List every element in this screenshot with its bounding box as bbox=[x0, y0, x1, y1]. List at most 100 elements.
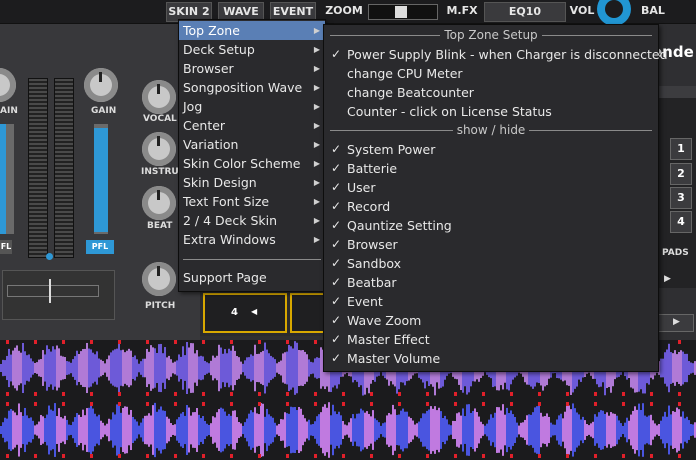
waveform-bar bbox=[640, 410, 642, 450]
zoom-slider-handle[interactable] bbox=[395, 6, 407, 18]
waveform-bar bbox=[110, 352, 112, 384]
waveform-bar bbox=[218, 409, 220, 451]
submenu-item-qauntize-setting[interactable]: ✓ Qauntize Setting bbox=[324, 216, 658, 235]
pitch-knob[interactable] bbox=[142, 262, 176, 296]
beat-marker bbox=[398, 402, 401, 406]
submenu-item-master-volume[interactable]: ✓ Master Volume bbox=[324, 349, 658, 368]
waveform-bar bbox=[688, 420, 690, 440]
waveform-bar bbox=[202, 416, 204, 444]
beat-marker bbox=[510, 392, 513, 396]
waveform-bar bbox=[496, 407, 498, 453]
waveform-bar bbox=[516, 422, 518, 438]
submenu-item-counter-click-on-license-status[interactable]: Counter - click on License Status bbox=[324, 102, 658, 121]
beat-marker bbox=[62, 454, 65, 458]
beat-marker bbox=[202, 402, 205, 406]
waveform-bar bbox=[622, 425, 624, 435]
submenu-item-record[interactable]: ✓ Record bbox=[324, 197, 658, 216]
submenu-item-master-effect[interactable]: ✓ Master Effect bbox=[324, 330, 658, 349]
waveform-bar bbox=[508, 413, 510, 447]
waveform-bar bbox=[426, 410, 428, 450]
waveform-bar bbox=[686, 416, 688, 444]
waveform-bar bbox=[374, 418, 376, 442]
menu-item-extra-windows[interactable]: Extra Windows ▶ bbox=[179, 230, 325, 249]
beat-marker bbox=[342, 402, 345, 406]
submenu-item-beatbar[interactable]: ✓ Beatbar bbox=[324, 273, 658, 292]
submenu-item-change-cpu-meter[interactable]: change CPU Meter bbox=[324, 64, 658, 83]
gain-knob-left[interactable] bbox=[0, 68, 16, 102]
waveform-deck-2[interactable] bbox=[0, 402, 696, 458]
waveform-bar bbox=[326, 407, 328, 453]
menu-item-deck-setup[interactable]: Deck Setup ▶ bbox=[179, 40, 325, 59]
menu-item-text-font-size[interactable]: Text Font Size ▶ bbox=[179, 192, 325, 211]
beat-marker bbox=[202, 392, 205, 396]
waveform-bar bbox=[108, 355, 110, 381]
waveform-bar bbox=[242, 363, 244, 373]
instru-knob[interactable] bbox=[142, 132, 176, 166]
submenu-item-user[interactable]: ✓ User bbox=[324, 178, 658, 197]
hotcue-button-3[interactable]: 3 bbox=[670, 187, 692, 209]
waveform-bar bbox=[616, 415, 618, 445]
top-zone-submenu: Top Zone Setup ✓ Power Supply Blink - when… bbox=[323, 24, 668, 372]
waveform-bar bbox=[206, 423, 208, 437]
waveform-bar bbox=[176, 419, 178, 441]
submenu-item-system-power[interactable]: ✓ System Power bbox=[324, 140, 658, 159]
waveform-bar bbox=[160, 406, 162, 454]
crossfader-handle[interactable] bbox=[49, 279, 51, 303]
menu-item-center[interactable]: Center ▶ bbox=[179, 116, 325, 135]
pfl-button-left[interactable]: FL bbox=[0, 240, 12, 254]
waveform-bar bbox=[498, 407, 500, 453]
waveform-bar bbox=[150, 415, 152, 445]
waveform-bar bbox=[270, 355, 272, 381]
beat-marker bbox=[174, 402, 177, 406]
loop-size-button[interactable]: 4 ◀ bbox=[203, 293, 287, 333]
menu-item-skin-color-scheme[interactable]: Skin Color Scheme ▶ bbox=[179, 154, 325, 173]
submenu-item-power-supply-blink-when-charger-is-disconnected[interactable]: ✓ Power Supply Blink - when Charger is di… bbox=[324, 45, 668, 64]
vocal-knob[interactable] bbox=[142, 80, 176, 114]
waveform-bar bbox=[362, 410, 364, 450]
waveform-bar bbox=[574, 408, 576, 452]
mfx-button[interactable]: M.FX bbox=[442, 2, 482, 22]
waveform-bar bbox=[240, 423, 242, 437]
beat-knob[interactable] bbox=[142, 186, 176, 220]
waveform-bar bbox=[598, 412, 600, 448]
pads-arrow-icon[interactable]: ▶ bbox=[664, 274, 671, 284]
menu-item-variation[interactable]: Variation ▶ bbox=[179, 135, 325, 154]
menu-item-support-page[interactable]: Support Page bbox=[179, 268, 325, 287]
gain-knob-right[interactable] bbox=[84, 68, 118, 102]
hotcue-button-2[interactable]: 2 bbox=[670, 163, 692, 185]
waveform-bar bbox=[200, 355, 202, 381]
hotcue-button-4[interactable]: 4 bbox=[670, 211, 692, 233]
volume-knob[interactable] bbox=[597, 0, 631, 26]
menu-item-songposition-wave[interactable]: Songposition Wave ▶ bbox=[179, 78, 325, 97]
waveform-bar bbox=[128, 414, 130, 446]
menu-item-top-zone[interactable]: Top Zone ▶ bbox=[179, 21, 325, 40]
menu-item-2-4-deck-skin[interactable]: 2 / 4 Deck Skin ▶ bbox=[179, 211, 325, 230]
pfl-button-right[interactable]: PFL bbox=[86, 240, 114, 254]
submenu-item-change-beatcounter[interactable]: change Beatcounter bbox=[324, 83, 658, 102]
waveform-bar bbox=[458, 412, 460, 448]
submenu-item-event[interactable]: ✓ Event bbox=[324, 292, 658, 311]
submenu-item-batterie[interactable]: ✓ Batterie bbox=[324, 159, 658, 178]
hotcue-button-1[interactable]: 1 bbox=[670, 138, 692, 160]
waveform-bar bbox=[302, 350, 304, 386]
eq10-button[interactable]: EQ10 bbox=[484, 2, 566, 22]
waveform-bar bbox=[586, 424, 588, 436]
menu-item-skin-design[interactable]: Skin Design ▶ bbox=[179, 173, 325, 192]
submenu-item-wave-zoom[interactable]: ✓ Wave Zoom bbox=[324, 311, 658, 330]
beat-marker bbox=[258, 340, 261, 344]
menu-item-jog[interactable]: Jog ▶ bbox=[179, 97, 325, 116]
waveform-bar bbox=[450, 425, 452, 435]
submenu-item-sandbox[interactable]: ✓ Sandbox bbox=[324, 254, 658, 273]
waveform-bar bbox=[690, 424, 692, 436]
beat-marker bbox=[34, 454, 37, 458]
waveform-bar bbox=[252, 355, 254, 381]
waveform-bar bbox=[658, 423, 660, 437]
pads-page-button[interactable]: ▶ bbox=[658, 314, 694, 332]
crossfader[interactable] bbox=[2, 270, 115, 320]
submenu-item-browser[interactable]: ✓ Browser bbox=[324, 235, 658, 254]
waveform-bar bbox=[294, 406, 296, 454]
menu-item-browser[interactable]: Browser ▶ bbox=[179, 59, 325, 78]
waveform-bar bbox=[154, 402, 156, 458]
zoom-slider[interactable] bbox=[368, 4, 438, 20]
crossfader-track bbox=[7, 285, 99, 297]
